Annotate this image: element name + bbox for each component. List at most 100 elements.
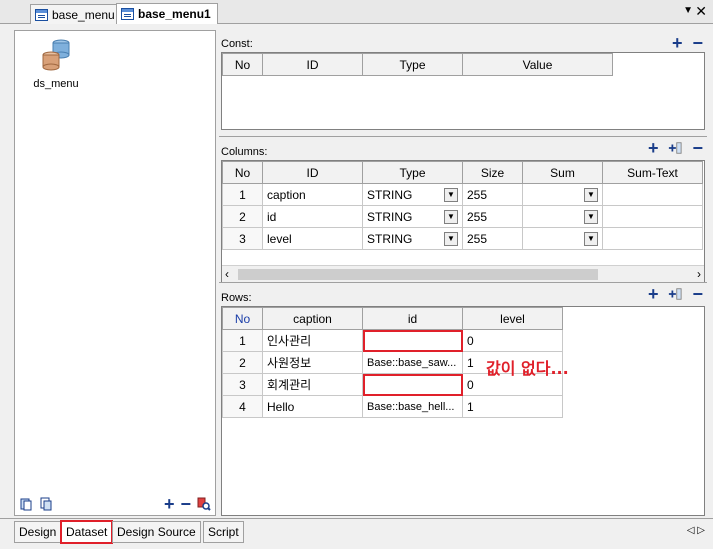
rows-grid[interactable]: No caption id level 1 인사관리 0 2 사원정보 Base… xyxy=(221,306,705,516)
column-header: caption xyxy=(262,307,363,330)
add-row-button[interactable]: + xyxy=(648,285,659,303)
column-header: Type xyxy=(362,161,463,184)
import-icon[interactable] xyxy=(19,497,33,511)
chevron-down-icon[interactable]: ▼ xyxy=(444,231,458,246)
insert-row-icon[interactable] xyxy=(668,141,683,155)
column-header: No xyxy=(222,307,263,330)
level-cell[interactable]: 1 xyxy=(462,395,563,418)
type-value: STRING xyxy=(367,187,413,202)
form-icon xyxy=(35,8,48,21)
column-header: No xyxy=(222,161,263,184)
chevron-down-icon[interactable]: ▼ xyxy=(444,209,458,224)
tab-script[interactable]: Script xyxy=(203,521,244,543)
tab-base-menu[interactable]: base_menu xyxy=(30,4,122,24)
column-type-cell[interactable]: STRING ▼ xyxy=(362,205,463,228)
scrollbar-thumb[interactable] xyxy=(238,269,598,280)
rows-header: Rows: + − xyxy=(219,282,707,304)
columns-section: Columns: + − No ID Type Size Sum Sum-Tex… xyxy=(219,136,707,283)
column-sum-cell[interactable]: ▼ xyxy=(522,205,603,228)
row-number: 3 xyxy=(222,227,263,250)
table-row[interactable]: 3 level STRING ▼ 255 ▼ xyxy=(222,227,703,250)
caption-cell[interactable]: 사원정보 xyxy=(262,351,363,374)
column-header: ID xyxy=(262,53,363,76)
chevron-down-icon[interactable]: ▼ xyxy=(584,187,598,202)
insert-row-icon[interactable] xyxy=(668,287,683,301)
table-row[interactable]: 1 인사관리 0 xyxy=(222,329,563,352)
remove-const-button[interactable]: − xyxy=(692,34,703,52)
tab-base-menu1[interactable]: base_menu1 xyxy=(116,3,218,24)
close-icon[interactable]: ✕ xyxy=(695,3,707,20)
columns-title: Columns: xyxy=(221,146,268,158)
id-cell[interactable] xyxy=(362,329,463,352)
const-title: Const: xyxy=(221,38,253,50)
caption-cell[interactable]: 인사관리 xyxy=(262,329,363,352)
table-row[interactable]: 1 caption STRING ▼ 255 ▼ xyxy=(222,183,703,206)
level-cell[interactable]: 0 xyxy=(462,329,563,352)
table-row[interactable]: 4 Hello Base::base_hell... 1 xyxy=(222,395,563,418)
tab-label: base_menu xyxy=(52,7,115,22)
column-size-cell[interactable]: 255 xyxy=(462,183,523,206)
remove-column-button[interactable]: − xyxy=(692,139,703,157)
column-header: No xyxy=(222,53,263,76)
tab-dataset[interactable]: Dataset xyxy=(59,520,114,544)
columns-grid[interactable]: No ID Type Size Sum Sum-Text 1 caption S… xyxy=(221,160,705,283)
search-icon[interactable] xyxy=(197,497,211,511)
dataset-item[interactable]: ds_menu xyxy=(31,37,81,90)
add-const-button[interactable]: + xyxy=(672,34,683,52)
column-header: ID xyxy=(262,161,363,184)
chevron-down-icon[interactable]: ▼ xyxy=(444,187,458,202)
column-sum-cell[interactable]: ▼ xyxy=(522,227,603,250)
tab-label: base_menu1 xyxy=(138,7,211,21)
id-cell[interactable]: Base::base_saw... xyxy=(362,351,463,374)
column-type-cell[interactable]: STRING ▼ xyxy=(362,183,463,206)
remove-dataset-button[interactable]: − xyxy=(180,495,191,513)
column-size-cell[interactable]: 255 xyxy=(462,227,523,250)
column-id-cell[interactable]: caption xyxy=(262,183,363,206)
row-number: 2 xyxy=(222,205,263,228)
id-cell[interactable] xyxy=(362,373,463,396)
database-icon xyxy=(42,39,70,71)
column-header: Type xyxy=(362,53,463,76)
tab-scroll-arrows-icon[interactable]: ◁ ▷ xyxy=(687,525,705,536)
id-cell[interactable]: Base::base_hell... xyxy=(362,395,463,418)
row-number: 2 xyxy=(222,351,263,374)
column-header: id xyxy=(362,307,463,330)
document-tab-bar: base_menu base_menu1 ▼ ✕ xyxy=(0,0,713,24)
column-sumtext-cell[interactable] xyxy=(602,183,703,206)
add-column-button[interactable]: + xyxy=(648,139,659,157)
chevron-right-icon[interactable]: › xyxy=(697,267,701,281)
chevron-down-icon[interactable]: ▼ xyxy=(584,209,598,224)
column-header: Value xyxy=(462,53,613,76)
tab-design-source[interactable]: Design Source xyxy=(112,521,201,543)
table-row[interactable]: 2 id STRING ▼ 255 ▼ xyxy=(222,205,703,228)
form-icon xyxy=(121,8,134,20)
chevron-down-icon[interactable]: ▼ xyxy=(584,231,598,246)
column-header: Size xyxy=(462,161,523,184)
row-number: 3 xyxy=(222,373,263,396)
const-header: Const: + − xyxy=(219,32,707,52)
column-id-cell[interactable]: level xyxy=(262,227,363,250)
remove-row-button[interactable]: − xyxy=(692,285,703,303)
chevron-left-icon[interactable]: ‹ xyxy=(225,267,229,281)
dataset-toolbar: + − xyxy=(15,493,215,515)
dataset-list-panel: ds_menu + − xyxy=(14,30,216,516)
type-value: STRING xyxy=(367,231,413,246)
column-sumtext-cell[interactable] xyxy=(602,205,703,228)
export-icon[interactable] xyxy=(39,497,53,511)
column-id-cell[interactable]: id xyxy=(262,205,363,228)
chevron-down-icon[interactable]: ▼ xyxy=(683,5,693,16)
caption-cell[interactable]: 회계관리 xyxy=(262,373,363,396)
column-sumtext-cell[interactable] xyxy=(602,227,703,250)
caption-cell[interactable]: Hello xyxy=(262,395,363,418)
tab-design[interactable]: Design xyxy=(14,521,62,543)
column-header: Sum xyxy=(522,161,603,184)
column-type-cell[interactable]: STRING ▼ xyxy=(362,227,463,250)
column-header: level xyxy=(462,307,563,330)
const-grid[interactable]: No ID Type Value xyxy=(221,52,705,130)
column-size-cell[interactable]: 255 xyxy=(462,205,523,228)
add-dataset-button[interactable]: + xyxy=(164,495,175,513)
const-section: Const: + − No ID Type Value xyxy=(219,32,707,130)
column-sum-cell[interactable]: ▼ xyxy=(522,183,603,206)
row-number: 4 xyxy=(222,395,263,418)
horizontal-scrollbar[interactable]: ‹ › xyxy=(222,265,704,282)
